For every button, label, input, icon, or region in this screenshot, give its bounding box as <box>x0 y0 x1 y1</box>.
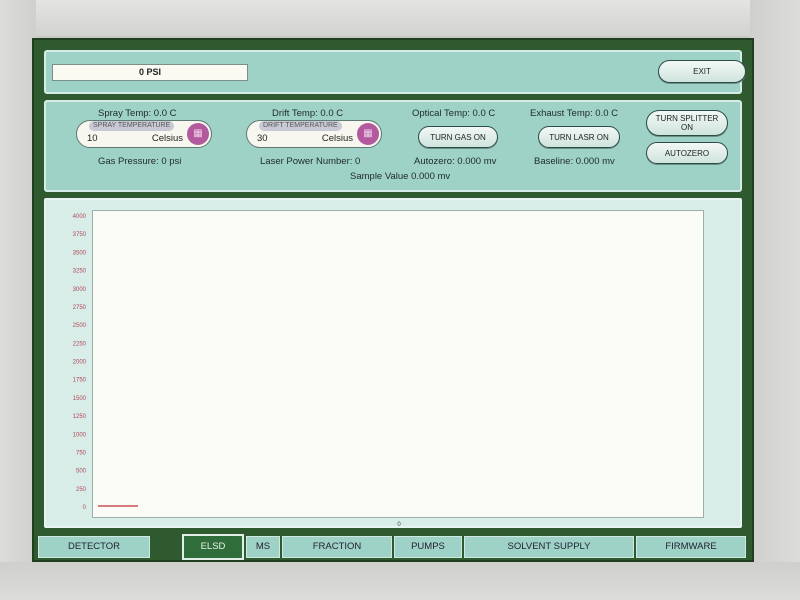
y-tick-label: 4000 <box>73 214 87 220</box>
y-tick-label: 500 <box>76 469 87 475</box>
gas-pressure-readout: Gas Pressure: 0 psi <box>98 156 182 167</box>
turn-gas-on-button[interactable]: TURN GAS ON <box>418 126 498 148</box>
y-tick-label: 3750 <box>73 232 87 238</box>
exhaust-temp-readout: Exhaust Temp: 0.0 C <box>530 108 619 119</box>
y-tick-label: 1750 <box>73 378 87 384</box>
spray-temp-readout: Spray Temp: 0.0 C <box>98 108 177 119</box>
keypad-icon[interactable]: ▦ <box>357 123 379 145</box>
tab-solvent-supply[interactable]: SOLVENT SUPPLY <box>464 536 634 558</box>
y-tick-label: 2250 <box>73 341 87 347</box>
tab-detector[interactable]: DETECTOR <box>38 536 150 558</box>
optical-temp-readout: Optical Temp: 0.0 C <box>412 108 496 119</box>
y-tick-label: 750 <box>76 450 87 456</box>
tab-pumps[interactable]: PUMPS <box>394 536 462 558</box>
laser-power-readout: Laser Power Number: 0 <box>260 156 361 167</box>
y-tick-label: 250 <box>76 487 87 493</box>
drift-temp-readout: Drift Temp: 0.0 C <box>272 108 344 119</box>
monitor-bezel-left <box>0 0 36 600</box>
autozero-readout: Autozero: 0.000 mv <box>414 156 497 167</box>
tab-bar: DETECTOR ELSD MS FRACTION PUMPS SOLVENT SUPPL… <box>34 534 752 560</box>
y-tick-label: 2500 <box>73 323 87 329</box>
autozero-button[interactable]: AUTOZERO <box>646 142 728 164</box>
monitor-bezel-right <box>750 0 800 600</box>
turn-splitter-on-button[interactable]: TURN SPLITTER ON <box>646 110 728 136</box>
temperature-panel: Spray Temp: 0.0 C Drift Temp: 0.0 C Opti… <box>44 100 742 192</box>
spray-temperature-field[interactable]: SPRAY TEMPERATURE 10 Celsius ▦ <box>76 120 212 148</box>
monitor-bezel-top <box>0 0 800 36</box>
drift-temperature-unit: Celsius <box>321 133 353 144</box>
spray-temperature-title: SPRAY TEMPERATURE <box>89 121 175 131</box>
y-tick-label: 2750 <box>73 305 87 311</box>
tab-firmware[interactable]: FIRMWARE <box>636 536 746 558</box>
tab-fraction[interactable]: FRACTION <box>282 536 392 558</box>
tab-ms[interactable]: MS <box>246 536 280 558</box>
pressure-display: 0 PSI <box>52 64 248 81</box>
y-tick-label: 2000 <box>73 360 87 366</box>
y-tick-label: 3250 <box>73 269 87 275</box>
drift-temperature-title: DRIFT TEMPERATURE <box>259 121 342 131</box>
y-tick-label: 1000 <box>73 432 87 438</box>
pressure-panel: 0 PSI EXIT <box>44 50 746 94</box>
detector-chart: 4000375035003250300027502500225020001750… <box>73 214 402 528</box>
instrument-screen: 0 PSI EXIT Spray Temp: 0.0 C Drift Temp:… <box>32 38 754 562</box>
y-tick-label: 1250 <box>73 414 87 420</box>
sample-value-readout: Sample Value 0.000 mv <box>350 171 451 182</box>
drift-temperature-value: 30 <box>257 133 268 144</box>
spray-temperature-value: 10 <box>87 133 98 144</box>
baseline-readout: Baseline: 0.000 mv <box>534 156 615 167</box>
tab-elsd[interactable]: ELSD <box>182 534 244 560</box>
y-tick-label: 0 <box>83 505 87 511</box>
detector-chart-panel: 4000 3750 3500 3250 3000 2750 2500 2250 2000 1750… <box>44 198 742 528</box>
exit-button[interactable]: EXIT <box>658 60 746 83</box>
y-tick-label: 3000 <box>73 287 87 293</box>
y-tick-label: 1500 <box>73 396 87 402</box>
turn-lasr-on-button[interactable]: TURN LASR ON <box>538 126 620 148</box>
monitor-bezel-bottom <box>0 562 800 600</box>
x-tick-label: 0 <box>397 522 401 528</box>
drift-temperature-field[interactable]: DRIFT TEMPERATURE 30 Celsius ▦ <box>246 120 382 148</box>
spray-temperature-unit: Celsius <box>151 133 183 144</box>
keypad-icon[interactable]: ▦ <box>187 123 209 145</box>
y-tick-label: 3500 <box>73 250 87 256</box>
